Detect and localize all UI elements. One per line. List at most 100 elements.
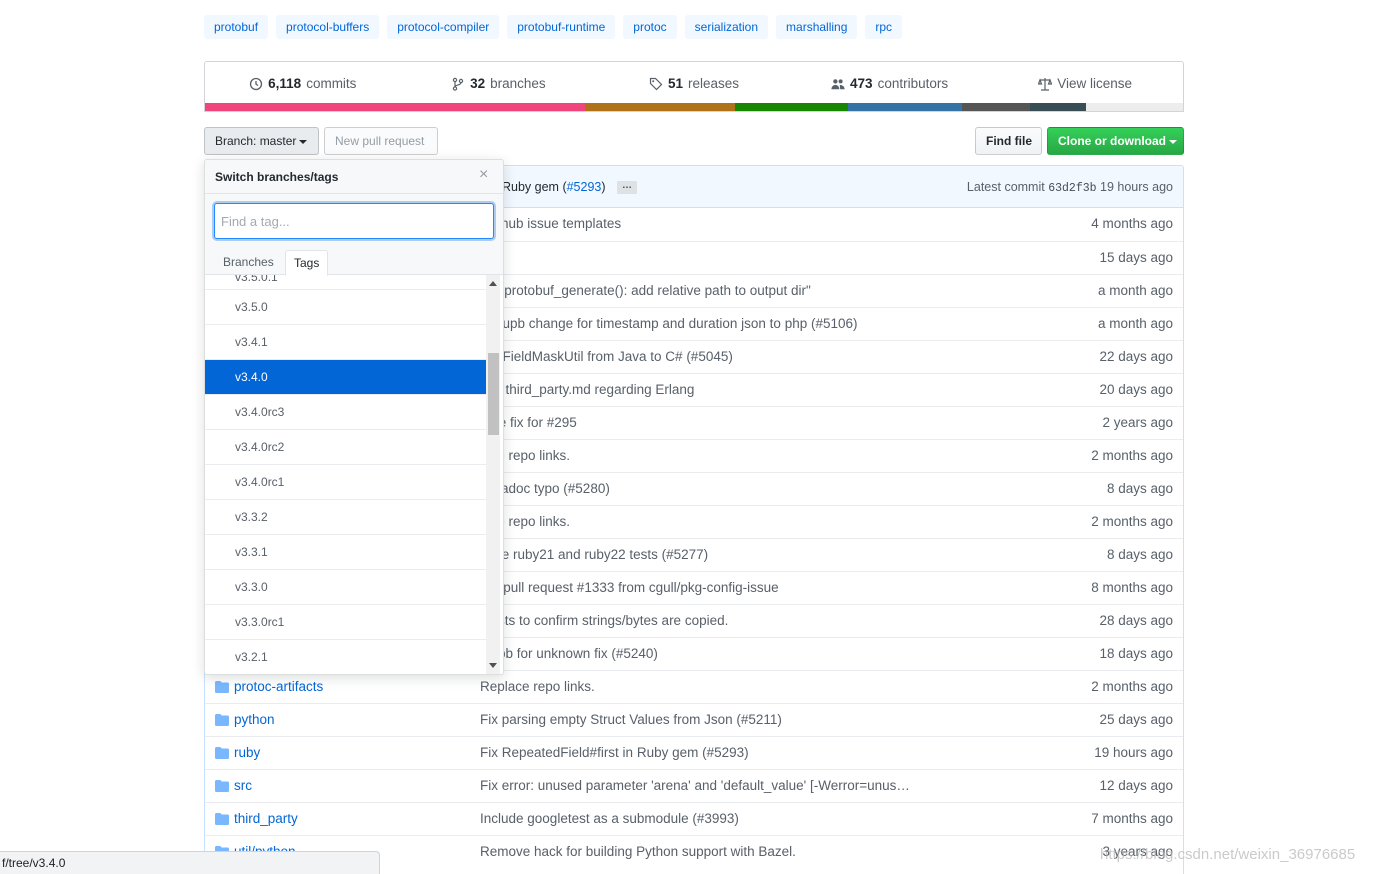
- commit-age: a month ago: [1097, 283, 1173, 298]
- table-row: python Fix parsing empty Struct Values fr…: [205, 703, 1183, 736]
- people-icon: [831, 78, 845, 89]
- commit-message-link[interactable]: Include googletest as a submodule (#3993…: [480, 811, 739, 826]
- tag-item[interactable]: v3.2.1: [205, 640, 487, 674]
- topic-tag[interactable]: protobuf-runtime: [507, 15, 616, 39]
- clone-download-label: Clone or download: [1058, 134, 1166, 148]
- file-name-cell: third_party: [215, 811, 298, 826]
- commit-message-link[interactable]: ert "protobuf_generate(): add relative p…: [480, 283, 811, 298]
- find-file-button[interactable]: Find file: [975, 127, 1042, 155]
- file-name-link[interactable]: python: [234, 712, 275, 727]
- commit-age: 25 days ago: [1099, 712, 1173, 727]
- new-pull-request-button[interactable]: New pull request: [324, 127, 438, 155]
- commit-message-text: Ruby gem (: [502, 180, 567, 194]
- tag-item[interactable]: v3.4.0: [205, 360, 487, 395]
- topic-tag[interactable]: marshalling: [776, 15, 858, 39]
- tag-item[interactable]: v3.4.0rc2: [205, 430, 487, 465]
- commit-message-link[interactable]: Remove hack for building Python support …: [480, 844, 796, 859]
- releases-link[interactable]: 51 releases: [596, 76, 792, 91]
- commit-age: 22 days ago: [1099, 349, 1173, 364]
- expand-message-button[interactable]: …: [617, 181, 638, 195]
- topic-tag[interactable]: serialization: [684, 15, 769, 39]
- commit-age: 2 months ago: [1091, 448, 1173, 463]
- table-row: third_party Include googletest as a submo…: [205, 802, 1183, 835]
- commits-link[interactable]: 6,118 commits: [205, 76, 401, 91]
- tab-tags[interactable]: Tags: [285, 250, 329, 276]
- dropdown-header: Switch branches/tags ×: [205, 160, 503, 194]
- contributors-label: contributors: [877, 76, 949, 91]
- topic-tag[interactable]: protocol-compiler: [387, 15, 500, 39]
- contributors-count: 473: [850, 76, 873, 91]
- commit-message-link[interactable]: ted FieldMaskUtil from Java to C# (#5045…: [480, 349, 733, 364]
- branches-link[interactable]: 32 branches: [401, 76, 597, 91]
- branch-select-button[interactable]: Branch: master: [204, 127, 319, 155]
- commit-message-suffix: ): [601, 180, 606, 194]
- topic-tag[interactable]: rpc: [865, 15, 903, 39]
- tag-item[interactable]: v3.3.2: [205, 500, 487, 535]
- commit-age: 19 hours ago: [1094, 745, 1173, 760]
- folder-icon: [215, 713, 229, 726]
- commit-message-link[interactable]: Fix RepeatedField#first in Ruby gem (#52…: [480, 745, 749, 760]
- license-link[interactable]: View license: [987, 76, 1183, 91]
- commit-age: 12 days ago: [1099, 778, 1173, 793]
- topic-tag[interactable]: protoc: [623, 15, 677, 39]
- commit-message-link[interactable]: late third_party.md regarding Erlang: [480, 382, 694, 397]
- commit-age: 18 days ago: [1099, 646, 1173, 661]
- close-icon[interactable]: ×: [479, 167, 493, 183]
- clone-download-button[interactable]: Clone or download: [1047, 127, 1184, 155]
- topic-tag[interactable]: protobuf: [204, 15, 269, 39]
- language-segment: [1086, 103, 1183, 111]
- dropdown-scrollbar[interactable]: [486, 275, 500, 674]
- language-bar[interactable]: [205, 103, 1183, 111]
- tag-item[interactable]: v3.3.1: [205, 535, 487, 570]
- scrollbar-thumb[interactable]: [488, 353, 499, 435]
- commit-message-link[interactable]: Fix parsing empty Struct Values from Jso…: [480, 712, 782, 727]
- language-segment: [205, 103, 585, 111]
- commit-age: 2 months ago: [1091, 679, 1173, 694]
- file-name-link[interactable]: ruby: [234, 745, 260, 760]
- tag-list: v3.5.0.1 v3.5.0 v3.4.1 v3.4.0 v3.4.0rc3 v3.4…: [205, 275, 487, 674]
- tag-item[interactable]: v3.5.0: [205, 290, 487, 325]
- topic-list: protobuf protocol-buffers protocol-compi…: [204, 15, 903, 39]
- commit-message-link[interactable]: rge pull request #1333 from cgull/pkg-co…: [480, 580, 779, 595]
- commit-sha-link[interactable]: 63d2f3b: [1048, 182, 1096, 195]
- tag-filter-input[interactable]: [214, 203, 494, 239]
- commit-message-link[interactable]: nove ruby21 and ruby22 tests (#5277): [480, 547, 708, 562]
- tag-item[interactable]: v3.4.0rc1: [205, 465, 487, 500]
- commit-age: 2 years ago: [1102, 415, 1173, 430]
- table-row: src Fix error: unused parameter 'arena' a…: [205, 769, 1183, 802]
- commit-message-link[interactable]: Fix error: unused parameter 'arena' and …: [480, 778, 910, 793]
- file-name-cell: src: [215, 778, 252, 793]
- commit-message-link[interactable]: opt upb change for timestamp and duratio…: [480, 316, 858, 331]
- releases-count: 51: [667, 76, 683, 91]
- language-segment: [1030, 103, 1086, 111]
- tag-item[interactable]: v3.5.0.1: [205, 275, 487, 290]
- tag-icon: [649, 77, 663, 90]
- tag-item[interactable]: v3.4.0rc3: [205, 395, 487, 430]
- tag-item[interactable]: v3.4.1: [205, 325, 487, 360]
- contributors-link[interactable]: 473 contributors: [792, 76, 988, 91]
- commit-message-link[interactable]: l tests to confirm strings/bytes are cop…: [480, 613, 728, 628]
- topic-tag[interactable]: protocol-buffers: [276, 15, 380, 39]
- tag-item[interactable]: v3.3.0rc1: [205, 605, 487, 640]
- language-segment: [848, 103, 962, 111]
- folder-icon: [215, 680, 229, 693]
- file-name-cell: ruby: [215, 745, 260, 760]
- file-name-link[interactable]: src: [234, 778, 252, 793]
- file-name-link[interactable]: third_party: [234, 811, 298, 826]
- tab-branches[interactable]: Branches: [215, 250, 282, 275]
- file-name-link[interactable]: protoc-artifacts: [234, 679, 323, 694]
- commit-pr-link[interactable]: #5293: [567, 180, 602, 194]
- commit-age: 8 months ago: [1091, 580, 1173, 595]
- watermark: https://blog.csdn.net/weixin_36976685: [1100, 846, 1356, 863]
- commit-age: 2 months ago: [1091, 514, 1173, 529]
- commits-count: 6,118: [268, 76, 302, 91]
- language-segment: [585, 103, 735, 111]
- tag-item[interactable]: v3.3.0: [205, 570, 487, 605]
- scroll-up-icon[interactable]: [489, 281, 497, 286]
- license-label: View license: [1057, 76, 1133, 91]
- file-name-cell: python: [215, 712, 275, 727]
- commit-age: 4 months ago: [1091, 216, 1173, 231]
- scroll-down-icon[interactable]: [489, 663, 497, 668]
- commit-message-link[interactable]: Replace repo links.: [480, 679, 595, 694]
- commit-message-link[interactable]: c upb for unknown fix (#5240): [480, 646, 658, 661]
